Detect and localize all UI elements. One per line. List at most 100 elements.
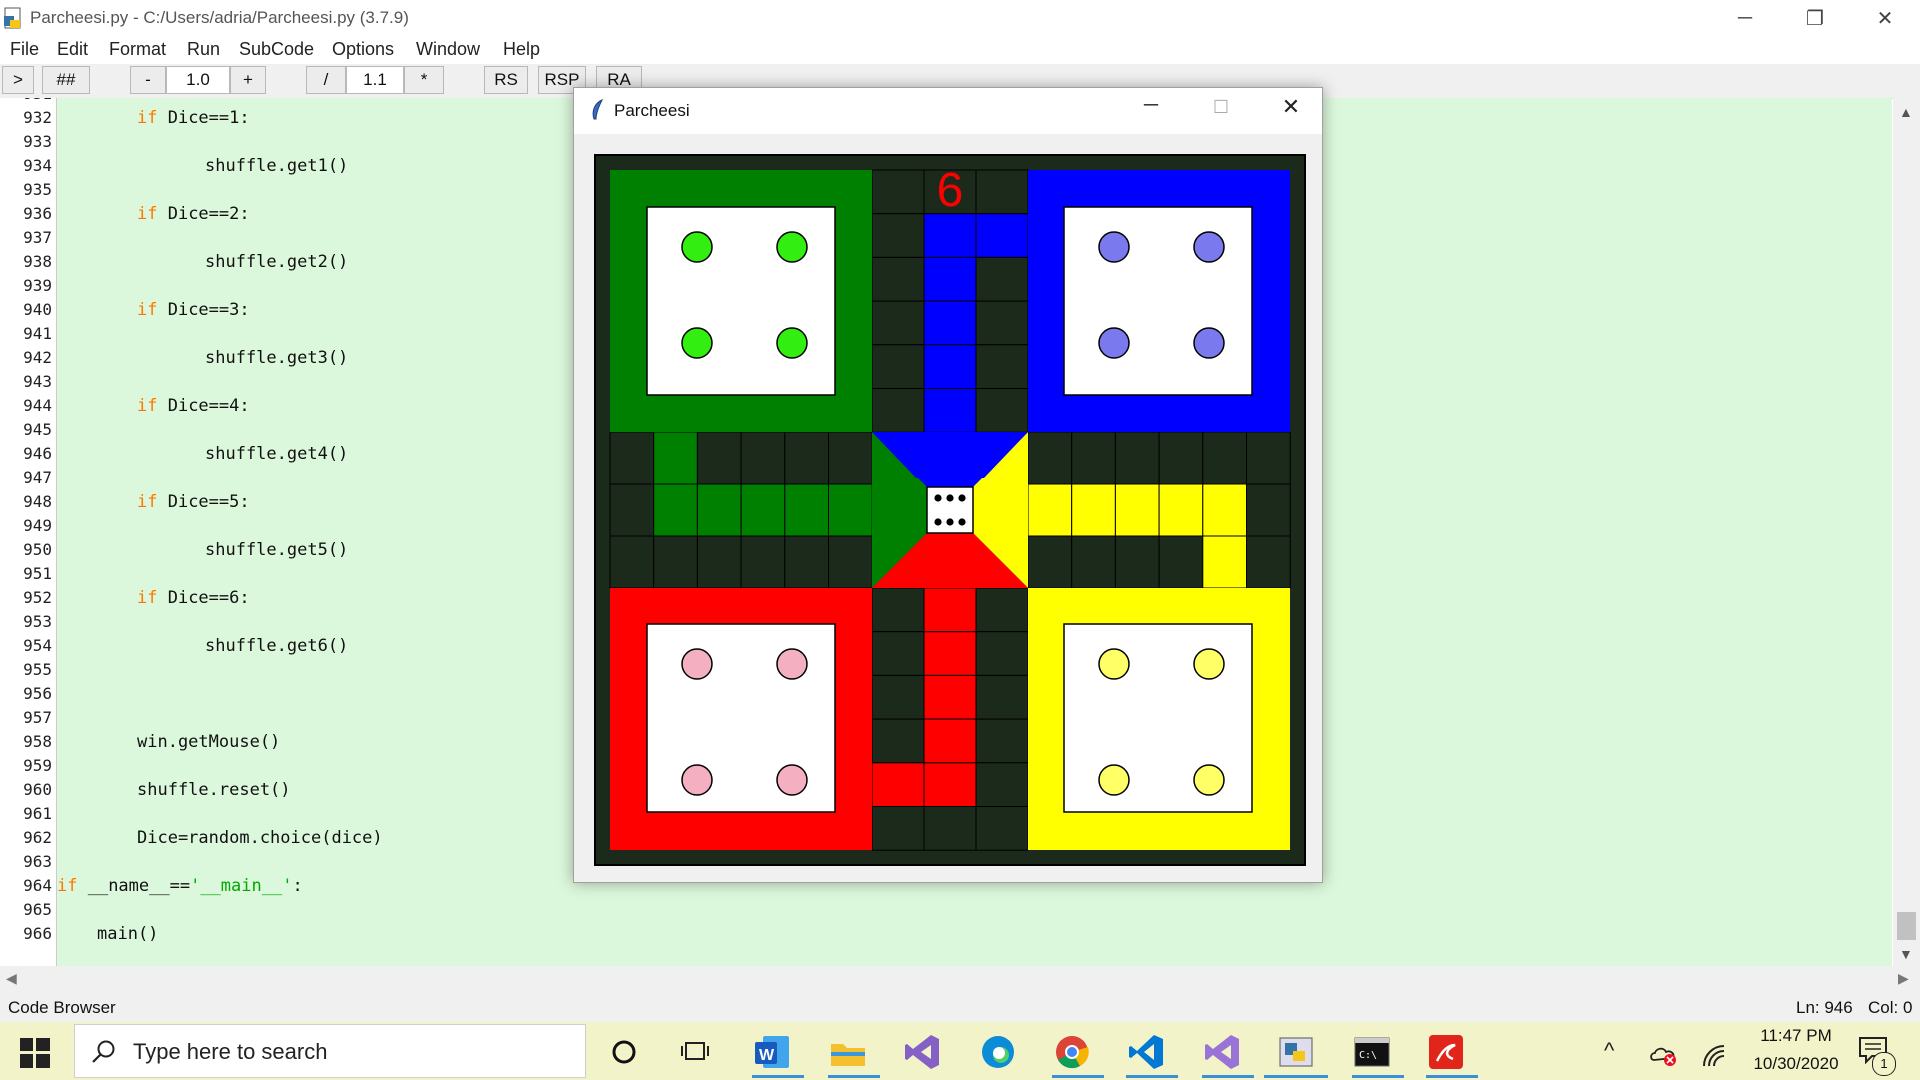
red-token[interactable] (776, 764, 808, 796)
track-cell[interactable] (871, 300, 925, 346)
track-cell[interactable] (975, 169, 1029, 215)
track-cell[interactable] (696, 535, 742, 589)
track-cell[interactable] (784, 431, 830, 485)
parcheesi-minimize-button[interactable]: ─ (1128, 94, 1174, 128)
track-cell[interactable] (1202, 483, 1247, 537)
parcheesi-close-button[interactable]: ✕ (1268, 94, 1314, 128)
green-token[interactable] (681, 231, 713, 263)
track-cell[interactable] (923, 256, 977, 302)
blue-token[interactable] (1098, 327, 1130, 359)
vscode-icon[interactable] (1124, 1030, 1168, 1074)
taskbar-search-box[interactable]: Type here to search (74, 1024, 586, 1078)
track-cell[interactable] (871, 213, 925, 258)
multiply-button[interactable]: * (404, 66, 444, 94)
show-hidden-icons-chevron-icon[interactable]: ^ (1604, 1038, 1614, 1064)
track-cell[interactable] (1114, 483, 1160, 537)
track-cell[interactable] (1246, 483, 1291, 537)
track-cell[interactable] (923, 718, 977, 764)
track-cell[interactable] (740, 483, 786, 537)
track-cell[interactable] (784, 535, 830, 589)
track-cell[interactable] (740, 431, 786, 485)
scroll-up-icon[interactable]: ▲ (1899, 104, 1913, 120)
track-cell[interactable] (871, 169, 925, 215)
track-cell[interactable] (1158, 535, 1204, 589)
acrobat-icon[interactable] (1424, 1030, 1468, 1074)
visual-studio-icon[interactable] (900, 1030, 944, 1074)
clock-date[interactable]: 10/30/2020 (1740, 1054, 1852, 1074)
track-cell[interactable] (871, 806, 925, 851)
windows-start-icon[interactable] (20, 1038, 50, 1068)
track-cell[interactable] (871, 674, 925, 720)
track-cell[interactable] (1202, 535, 1247, 589)
python-idle-icon[interactable] (1274, 1030, 1318, 1074)
menu-options[interactable]: Options (332, 39, 394, 60)
track-cell[interactable] (923, 388, 977, 433)
track-cell[interactable] (1158, 431, 1204, 485)
vertical-scrollbar[interactable]: ▲ ▼ (1893, 98, 1920, 966)
track-cell[interactable] (653, 483, 698, 537)
track-cell[interactable] (784, 483, 830, 537)
scroll-left-icon[interactable]: ◀ (6, 970, 17, 987)
parcheesi-board[interactable]: 6 (594, 154, 1306, 866)
track-cell[interactable] (1071, 431, 1116, 485)
track-cell[interactable] (975, 587, 1029, 633)
track-cell[interactable] (871, 344, 925, 390)
file-explorer-icon[interactable] (826, 1030, 870, 1074)
clock-time[interactable]: 11:47 PM (1748, 1026, 1844, 1046)
track-cell[interactable] (1246, 431, 1291, 485)
notification-center-icon[interactable]: 1 (1858, 1036, 1898, 1076)
track-cell[interactable] (609, 431, 655, 485)
task-view-icon[interactable] (674, 1030, 718, 1074)
track-cell[interactable] (1027, 535, 1073, 589)
menu-edit[interactable]: Edit (57, 39, 88, 60)
track-cell[interactable] (923, 300, 977, 346)
zoom-minus-button[interactable]: - (130, 66, 166, 94)
chrome-icon[interactable] (1050, 1030, 1094, 1074)
track-cell[interactable] (975, 388, 1029, 433)
zoom-field[interactable]: 1.0 (166, 66, 230, 94)
track-cell[interactable] (1202, 431, 1247, 485)
divide-button[interactable]: / (306, 66, 346, 94)
yellow-token[interactable] (1193, 648, 1225, 680)
track-cell[interactable] (975, 300, 1029, 346)
track-cell[interactable] (740, 535, 786, 589)
track-cell[interactable] (923, 587, 977, 633)
track-cell[interactable] (923, 762, 977, 807)
minimize-button[interactable]: ─ (1710, 0, 1780, 36)
track-cell[interactable] (923, 344, 977, 390)
word-icon[interactable]: W (750, 1030, 794, 1074)
yellow-token[interactable] (1098, 764, 1130, 796)
track-cell[interactable] (975, 344, 1029, 390)
track-cell[interactable] (871, 762, 925, 807)
red-token[interactable] (681, 764, 713, 796)
yellow-token[interactable] (1193, 764, 1225, 796)
terminal-icon[interactable]: C:\ (1350, 1030, 1394, 1074)
green-token[interactable] (776, 327, 808, 359)
ratio-field[interactable]: 1.1 (346, 66, 404, 94)
blue-token[interactable] (1193, 231, 1225, 263)
track-cell[interactable] (975, 718, 1029, 764)
track-cell[interactable] (1114, 431, 1160, 485)
track-cell[interactable] (828, 483, 873, 537)
track-cell[interactable] (1158, 483, 1204, 537)
scroll-thumb[interactable] (1897, 912, 1916, 940)
blue-token[interactable] (1193, 327, 1225, 359)
track-cell[interactable] (1114, 535, 1160, 589)
menu-file[interactable]: File (10, 39, 39, 60)
run-button[interactable]: > (2, 66, 34, 94)
edge-icon[interactable] (976, 1030, 1020, 1074)
green-token[interactable] (776, 231, 808, 263)
zoom-plus-button[interactable]: + (230, 66, 266, 94)
track-cell[interactable] (871, 256, 925, 302)
track-cell[interactable] (975, 631, 1029, 676)
green-token[interactable] (681, 327, 713, 359)
blue-token[interactable] (1098, 231, 1130, 263)
rs-button[interactable]: RS (484, 66, 528, 94)
red-token[interactable] (776, 648, 808, 680)
close-button[interactable]: ✕ (1850, 0, 1920, 36)
track-cell[interactable] (609, 483, 655, 537)
menu-window[interactable]: Window (416, 39, 480, 60)
code-browser-label[interactable]: Code Browser (8, 998, 116, 1018)
track-cell[interactable] (1027, 431, 1073, 485)
parcheesi-maximize-button[interactable]: ☐ (1198, 97, 1244, 131)
